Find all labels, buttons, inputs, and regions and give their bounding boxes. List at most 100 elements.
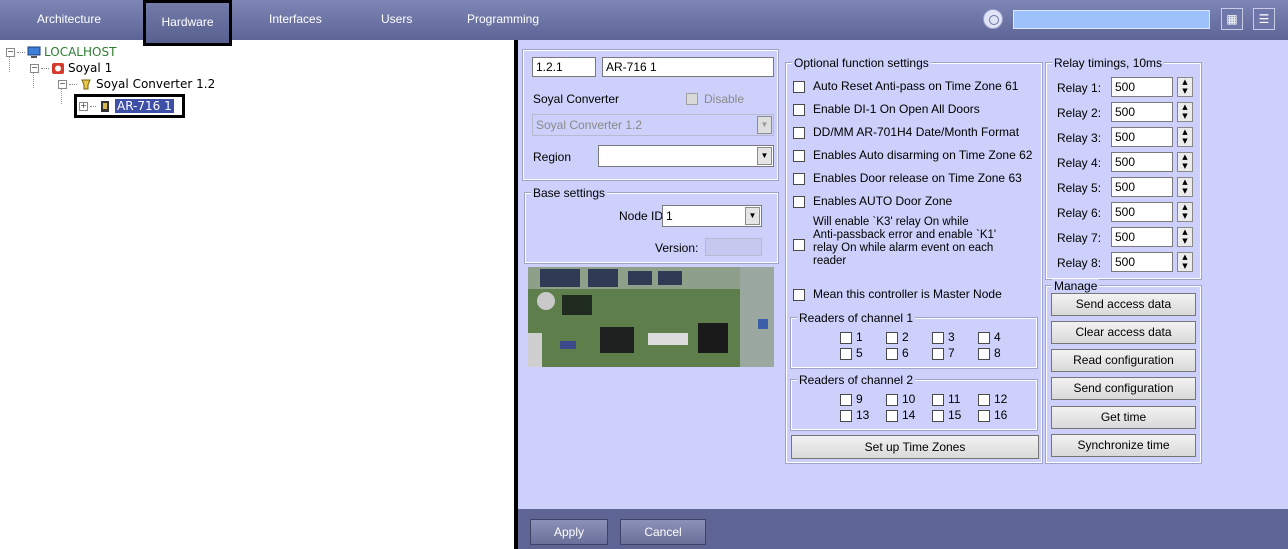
relay-1-label: Relay 1: [1057, 81, 1102, 95]
collapse-icon[interactable]: − [58, 80, 67, 89]
manage-group: Manage Send access data Clear access dat… [1045, 279, 1202, 464]
send-access-data-button[interactable]: Send access data [1051, 293, 1196, 316]
auto-door-zone-checkbox[interactable] [793, 196, 805, 208]
reader-1-label: 1 [856, 330, 863, 344]
parent-label: Soyal Converter [533, 92, 620, 106]
relay-2-spinner[interactable]: ▲ ▼ [1177, 102, 1193, 122]
relay-7-input[interactable]: 500 [1111, 227, 1173, 247]
node-id-select[interactable]: 1 ▼ [662, 205, 762, 227]
expand-icon[interactable]: + [79, 102, 88, 111]
tree-item-soyal[interactable]: − Soyal 1 [30, 60, 112, 76]
reader-14-label: 14 [902, 408, 916, 422]
tab-interfaces[interactable]: Interfaces [269, 0, 322, 40]
relay-4-spinner[interactable]: ▲ ▼ [1177, 152, 1193, 172]
enable-di1-checkbox[interactable] [793, 104, 805, 116]
reader-3-checkbox[interactable] [932, 332, 944, 344]
reader-12-checkbox[interactable] [978, 394, 990, 406]
reader-3-label: 3 [948, 330, 955, 344]
relay-2-label: Relay 2: [1057, 106, 1102, 120]
clear-access-data-button[interactable]: Clear access data [1051, 321, 1196, 344]
collapse-icon[interactable]: − [6, 48, 15, 57]
version-label: Version: [655, 241, 699, 255]
date-format-label: DD/MM AR-701H4 Date/Month Format [813, 125, 1020, 139]
id-prefix-field: 1.2.1 [532, 57, 596, 77]
reader-8-label: 8 [994, 346, 1001, 360]
name-field[interactable]: AR-716 1 [602, 57, 774, 77]
relay-6-input[interactable]: 500 [1111, 202, 1173, 222]
tree-item-ar716[interactable]: + AR-716 1 [74, 94, 185, 118]
synchronize-time-button[interactable]: Synchronize time [1051, 434, 1196, 457]
reader-9-checkbox[interactable] [840, 394, 852, 406]
relay-8-input[interactable]: 500 [1111, 252, 1173, 272]
master-node-checkbox[interactable] [793, 289, 805, 301]
base-settings-group: Base settings Node ID: 1 ▼ Version: [524, 186, 779, 264]
tab-architecture[interactable]: Architecture [37, 0, 101, 40]
tree-item-converter[interactable]: − Soyal Converter 1.2 [58, 76, 215, 92]
tree-item-localhost[interactable]: − LOCALHOST [6, 44, 116, 60]
list-view-icon[interactable]: ☰ [1253, 8, 1275, 30]
cancel-button[interactable]: Cancel [620, 519, 706, 545]
reader-5-checkbox[interactable] [840, 348, 852, 360]
reader-4-checkbox[interactable] [978, 332, 990, 344]
relay-6-spinner[interactable]: ▲ ▼ [1177, 202, 1193, 222]
relay-7-spinner[interactable]: ▲ ▼ [1177, 227, 1193, 247]
relay-6-label: Relay 6: [1057, 206, 1102, 220]
relay-2-input[interactable]: 500 [1111, 102, 1173, 122]
chevron-down-icon[interactable]: ▼ [757, 147, 772, 165]
tab-hardware[interactable]: Hardware [143, 0, 232, 46]
settings-panel: 1.2.1 AR-716 1 Soyal Converter Disable S… [518, 40, 1288, 549]
relay-3-spinner[interactable]: ▲ ▼ [1177, 127, 1193, 147]
setup-time-zones-button[interactable]: Set up Time Zones [791, 435, 1039, 459]
relay-4-label: Relay 4: [1057, 156, 1102, 170]
readers-channel-1-title: Readers of channel 1 [797, 311, 916, 325]
master-node-label: Mean this controller is Master Node [813, 287, 1002, 301]
date-format-checkbox[interactable] [793, 127, 805, 139]
chevron-down-icon[interactable]: ▼ [745, 207, 760, 225]
auto-reset-antipass-checkbox[interactable] [793, 81, 805, 93]
collapse-icon[interactable]: − [30, 64, 39, 73]
region-select[interactable]: ▼ [598, 145, 774, 167]
manage-title: Manage [1052, 279, 1100, 293]
reader-8-checkbox[interactable] [978, 348, 990, 360]
target-icon[interactable] [983, 9, 1003, 29]
reader-2-label: 2 [902, 330, 909, 344]
relay-8-spinner[interactable]: ▲ ▼ [1177, 252, 1193, 272]
converter-icon [81, 79, 91, 90]
version-field [705, 238, 762, 256]
hardware-tree: − LOCALHOST − Soyal 1 − Soyal Converter 1.2… [6, 44, 514, 549]
reader-15-checkbox[interactable] [932, 410, 944, 422]
optional-settings-group: Optional function settings Auto Reset An… [785, 56, 1043, 464]
apply-button[interactable]: Apply [530, 519, 608, 545]
reader-13-checkbox[interactable] [840, 410, 852, 422]
relay-timings-title: Relay timings, 10ms [1052, 56, 1165, 70]
reader-11-checkbox[interactable] [932, 394, 944, 406]
k3-relay-checkbox[interactable] [793, 239, 805, 251]
relay-5-spinner[interactable]: ▲ ▼ [1177, 177, 1193, 197]
relay-3-input[interactable]: 500 [1111, 127, 1173, 147]
reader-6-checkbox[interactable] [886, 348, 898, 360]
enable-di1-label: Enable DI-1 On Open All Doors [813, 102, 980, 116]
tab-programming[interactable]: Programming [467, 0, 539, 40]
read-configuration-button[interactable]: Read configuration [1051, 349, 1196, 372]
reader-10-checkbox[interactable] [886, 394, 898, 406]
relay-4-input[interactable]: 500 [1111, 152, 1173, 172]
auto-reset-antipass-label: Auto Reset Anti-pass on Time Zone 61 [813, 79, 1019, 93]
auto-disarming-checkbox[interactable] [793, 150, 805, 162]
reader-1-checkbox[interactable] [840, 332, 852, 344]
search-input[interactable] [1013, 10, 1210, 29]
get-time-button[interactable]: Get time [1051, 406, 1196, 429]
reader-7-checkbox[interactable] [932, 348, 944, 360]
relay-1-spinner[interactable]: ▲ ▼ [1177, 77, 1193, 97]
reader-16-checkbox[interactable] [978, 410, 990, 422]
computer-icon [27, 46, 41, 58]
tab-users[interactable]: Users [381, 0, 412, 40]
relay-1-input[interactable]: 500 [1111, 77, 1173, 97]
reader-14-checkbox[interactable] [886, 410, 898, 422]
door-release-checkbox[interactable] [793, 173, 805, 185]
reader-2-checkbox[interactable] [886, 332, 898, 344]
reader-6-label: 6 [902, 346, 909, 360]
relay-5-input[interactable]: 500 [1111, 177, 1173, 197]
send-configuration-button[interactable]: Send configuration [1051, 377, 1196, 400]
reader-16-label: 16 [994, 408, 1008, 422]
grid-view-icon[interactable]: ▦ [1221, 8, 1243, 30]
